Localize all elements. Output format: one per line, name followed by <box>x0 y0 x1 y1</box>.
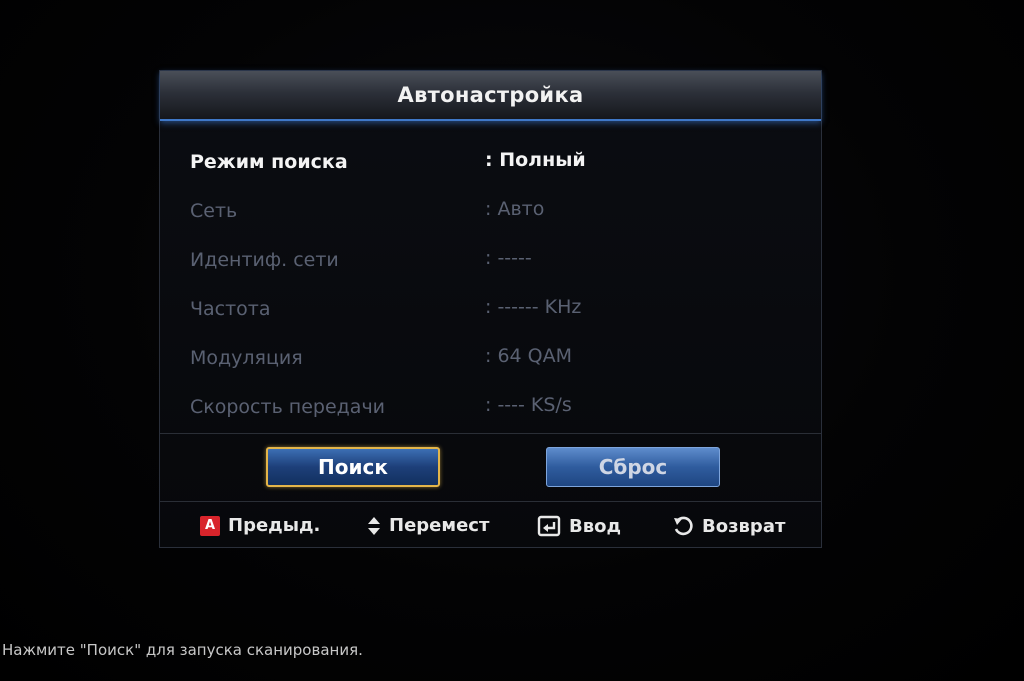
hint-label: Предыд. <box>228 515 321 536</box>
remote-hints-bar: A Предыд. Перемест Ввод Возврат <box>160 511 821 547</box>
hint-label: Перемест <box>389 515 490 536</box>
tv-screen: Автонастройка Режим поиска : Полный Сеть… <box>0 0 1024 681</box>
hint-back[interactable]: Возврат <box>672 515 785 537</box>
autotune-dialog: Автонастройка Режим поиска : Полный Сеть… <box>159 70 822 548</box>
search-button[interactable]: Поиск <box>266 447 440 487</box>
setting-label: Скорость передачи <box>190 396 386 418</box>
setting-label: Идентиф. сети <box>190 249 339 271</box>
settings-list: Режим поиска : Полный Сеть : Авто Иденти… <box>160 137 821 431</box>
up-down-arrows-icon <box>367 516 381 536</box>
setting-value: : ------ KHz <box>485 296 582 318</box>
dialog-title: Автонастройка <box>397 83 584 107</box>
setting-label: Частота <box>190 298 271 320</box>
setting-row-network: Сеть : Авто <box>160 186 821 235</box>
setting-row-frequency: Частота : ------ KHz <box>160 284 821 333</box>
setting-row-search-mode[interactable]: Режим поиска : Полный <box>160 137 821 186</box>
reset-button[interactable]: Сброс <box>546 447 720 487</box>
return-icon <box>672 515 694 537</box>
divider <box>160 433 821 434</box>
setting-row-symbol-rate: Скорость передачи : ---- KS/s <box>160 382 821 431</box>
divider <box>160 501 821 502</box>
setting-row-modulation: Модуляция : 64 QAM <box>160 333 821 382</box>
setting-value: : 64 QAM <box>485 345 573 367</box>
setting-value: : ---- KS/s <box>485 394 572 416</box>
hint-move: Перемест <box>367 515 489 536</box>
setting-value: : ----- <box>485 247 532 269</box>
setting-value: : Полный <box>485 149 586 171</box>
enter-icon <box>537 515 561 537</box>
red-a-button-icon: A <box>200 515 220 536</box>
setting-label: Режим поиска <box>190 151 348 173</box>
hint-enter[interactable]: Ввод <box>537 515 621 537</box>
setting-label: Сеть <box>190 200 238 222</box>
status-message: Нажмите "Поиск" для запуска сканирования… <box>2 641 363 659</box>
hint-prev[interactable]: A Предыд. <box>200 515 320 536</box>
dialog-title-bar: Автонастройка <box>160 71 821 121</box>
setting-row-network-id: Идентиф. сети : ----- <box>160 235 821 284</box>
setting-label: Модуляция <box>190 347 303 369</box>
hint-label: Возврат <box>702 515 786 537</box>
hint-label: Ввод <box>569 515 622 537</box>
setting-value: : Авто <box>485 198 545 220</box>
